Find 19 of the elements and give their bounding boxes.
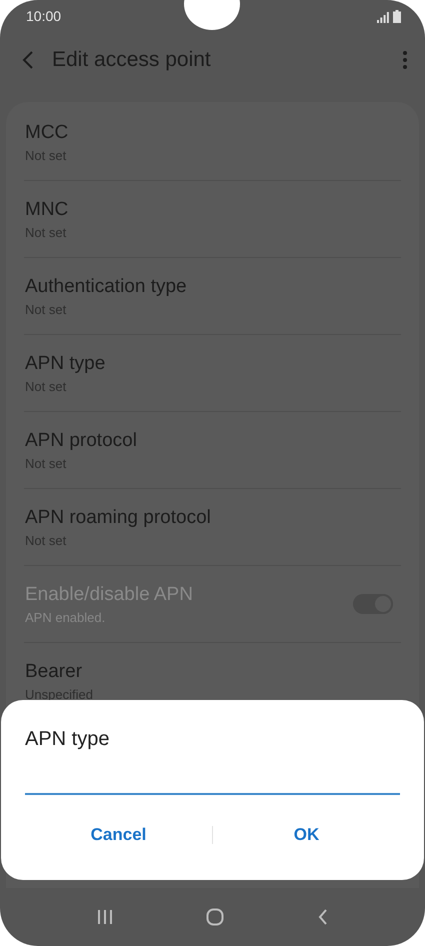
- dialog-button[interactable]: Cancel: [25, 817, 212, 853]
- setting-title[interactable]: Authentication type: [25, 276, 393, 298]
- battery-icon: [393, 10, 401, 22]
- setting-title[interactable]: MNC: [25, 198, 393, 220]
- back-nav-icon[interactable]: [318, 909, 328, 925]
- dialog-title: APN type: [25, 728, 110, 751]
- page-title: Edit access point: [52, 48, 212, 72]
- setting-title[interactable]: Bearer: [25, 660, 393, 682]
- setting-title[interactable]: APN type: [25, 352, 393, 374]
- setting-title[interactable]: APN protocol: [25, 430, 393, 452]
- status-time: 10:00: [26, 8, 62, 24]
- signal-icon: [377, 12, 389, 22]
- home-icon[interactable]: [206, 908, 224, 926]
- recent-apps-icon[interactable]: [96, 909, 113, 925]
- dialog-button[interactable]: OK: [213, 817, 400, 853]
- more-options-icon[interactable]: [403, 51, 407, 69]
- back-icon[interactable]: [22, 51, 34, 69]
- setting-title[interactable]: APN roaming protocol: [25, 506, 393, 528]
- setting-title[interactable]: MCC: [25, 122, 393, 144]
